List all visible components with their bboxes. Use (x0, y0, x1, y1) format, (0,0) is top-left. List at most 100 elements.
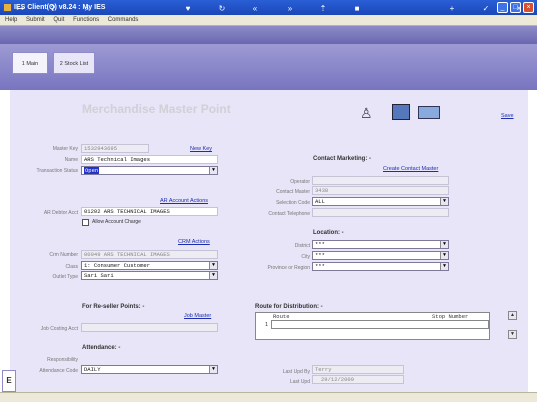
table-row[interactable] (271, 320, 489, 329)
last-upd-by-field[interactable]: Terry (312, 365, 404, 374)
page-title: Merchandise Master Point (82, 102, 231, 116)
class-label: Class (65, 264, 78, 270)
chevron-down-icon[interactable]: ▼ (440, 263, 448, 270)
class-value: 1: Consumer Customer (84, 262, 151, 269)
route-section-title: Route for Distribution: - (255, 304, 323, 310)
allow-account-charge-label: Allow Account Charge (92, 219, 141, 225)
province-select[interactable]: *** ▼ (312, 262, 449, 271)
chevron-down-icon[interactable]: ▼ (209, 167, 217, 174)
chevron-down-icon[interactable]: ▼ (440, 252, 448, 259)
responsibility-label: Responsibility (47, 357, 78, 363)
ar-debtor-acct-field[interactable]: 01202 ARS TECHNICAL IMAGES (81, 207, 218, 216)
add-icon[interactable]: + (447, 4, 457, 14)
chevron-down-icon[interactable]: ▼ (209, 262, 217, 269)
crm-number-field[interactable]: 00049 ARS TECHNICAL IMAGES (81, 250, 218, 259)
crm-number-label: Crm Number (49, 252, 78, 258)
location-section-title: Location: - (313, 230, 344, 236)
transaction-status-label: Transaction Status (36, 168, 78, 174)
new-key-link[interactable]: New Key (190, 146, 212, 152)
job-master-link[interactable]: Job Master (184, 313, 211, 319)
status-bar (0, 392, 537, 402)
chevron-down-icon[interactable]: ▼ (440, 241, 448, 248)
tab-main[interactable]: 1 Main (12, 52, 48, 74)
city-label: City (301, 254, 310, 260)
network-icon[interactable] (418, 106, 440, 119)
menu-help[interactable]: Help (5, 17, 17, 23)
contact-telephone-field[interactable] (312, 208, 449, 217)
minimize-button[interactable]: _ (497, 2, 508, 13)
attendance-code-select[interactable]: DAILY ▼ (81, 365, 218, 374)
route-column-header: Route (273, 313, 290, 320)
key-icon[interactable]: ⊶ (10, 4, 30, 14)
table-row-index: 1 (265, 322, 269, 328)
contact-telephone-label: Contact Telephone (268, 211, 310, 217)
reseller-section-title: For Re-seller Points: - (82, 304, 145, 310)
name-field[interactable]: ARS Technical Images (81, 155, 218, 164)
confirm-icon[interactable]: ✓ (481, 4, 491, 14)
selection-code-select[interactable]: ALL ▼ (312, 197, 449, 206)
chevron-down-icon[interactable]: ▼ (440, 198, 448, 205)
ar-account-actions-link[interactable]: AR Account Actions (160, 198, 208, 204)
attendance-section-title: Attendance: - (82, 345, 121, 351)
class-select[interactable]: 1: Consumer Customer ▼ (81, 261, 218, 270)
search-icon[interactable]: ⌕ (82, 4, 92, 14)
contact-master-field[interactable]: 3438 (312, 186, 449, 195)
refresh-icon[interactable]: ↻ (217, 4, 227, 14)
last-upd-field[interactable]: 29/12/2009 (312, 375, 404, 384)
job-costing-acct-field[interactable] (81, 323, 218, 332)
crm-actions-link[interactable]: CRM Actions (178, 239, 210, 245)
last-upd-by-label: Last Upd By (282, 369, 310, 375)
menu-functions[interactable]: Functions (73, 17, 99, 23)
tab-stock-list[interactable]: 2 Stock List (53, 52, 95, 74)
attendance-code-value: DAILY (84, 366, 101, 373)
contact-section-title: Contact Marketing: - (313, 156, 372, 162)
name-label: Name (64, 157, 78, 163)
job-costing-acct-label: Job Costing Acct (40, 326, 78, 332)
chevron-down-icon[interactable]: ▼ (209, 272, 217, 279)
attendance-code-label: Attendance Code (39, 368, 78, 374)
close-window-button[interactable]: × (523, 2, 534, 13)
side-toggle-button[interactable]: E (2, 370, 16, 392)
first-record-icon[interactable]: « (250, 4, 260, 14)
transaction-status-value: Open (84, 167, 100, 174)
ar-debtor-acct-label: AR Debtor Acct (43, 210, 78, 216)
create-contact-master-link[interactable]: Create Contact Master (383, 166, 438, 172)
heart-icon[interactable]: ♥ (183, 4, 193, 14)
menu-bar: Help Submit Quit Functions Commands (0, 15, 537, 26)
toolbar (0, 26, 537, 44)
menu-submit[interactable]: Submit (26, 17, 45, 23)
last-upd-label: Last Upd (289, 379, 310, 385)
transaction-status-select[interactable]: Open ▼ (81, 166, 218, 175)
master-key-field[interactable]: 1532943695 (81, 144, 149, 153)
scroll-up-icon[interactable]: ▲ (508, 311, 517, 320)
outlet-type-label: Outlet Type (52, 274, 78, 280)
person-icon[interactable]: ♙ (360, 104, 374, 122)
city-value: *** (315, 252, 325, 259)
stop-icon[interactable]: ■ (352, 4, 362, 14)
save-link[interactable]: Save (501, 113, 514, 119)
cancel-icon[interactable]: × (514, 4, 524, 14)
stop-number-column-header: Stop Number (432, 313, 469, 320)
operator-label: Operator (290, 179, 310, 185)
province-label: Province or Region (267, 265, 310, 271)
computer-icon[interactable] (392, 104, 410, 120)
province-value: *** (315, 263, 325, 270)
allow-account-charge-checkbox[interactable] (82, 219, 89, 226)
city-select[interactable]: *** ▼ (312, 251, 449, 260)
outlet-type-value: Sari Sari (84, 272, 114, 279)
district-label: District (294, 243, 310, 249)
menu-quit[interactable]: Quit (53, 17, 64, 23)
district-select[interactable]: *** ▼ (312, 240, 449, 249)
contact-master-label: Contact Master (276, 189, 310, 195)
chevron-down-icon[interactable]: ▼ (209, 366, 217, 373)
selection-code-value: ALL (315, 198, 325, 205)
menu-commands[interactable]: Commands (108, 17, 139, 23)
outlet-type-select[interactable]: Sari Sari ▼ (81, 271, 218, 280)
next-record-icon[interactable]: » (285, 4, 295, 14)
master-key-label: Master Key (52, 146, 78, 152)
upload-icon[interactable]: ⇡ (318, 4, 328, 14)
scroll-down-icon[interactable]: ▼ (508, 330, 517, 339)
help-icon[interactable]: ? (48, 4, 58, 14)
selection-code-label: Selection Code (276, 200, 310, 206)
operator-field[interactable] (312, 176, 449, 185)
